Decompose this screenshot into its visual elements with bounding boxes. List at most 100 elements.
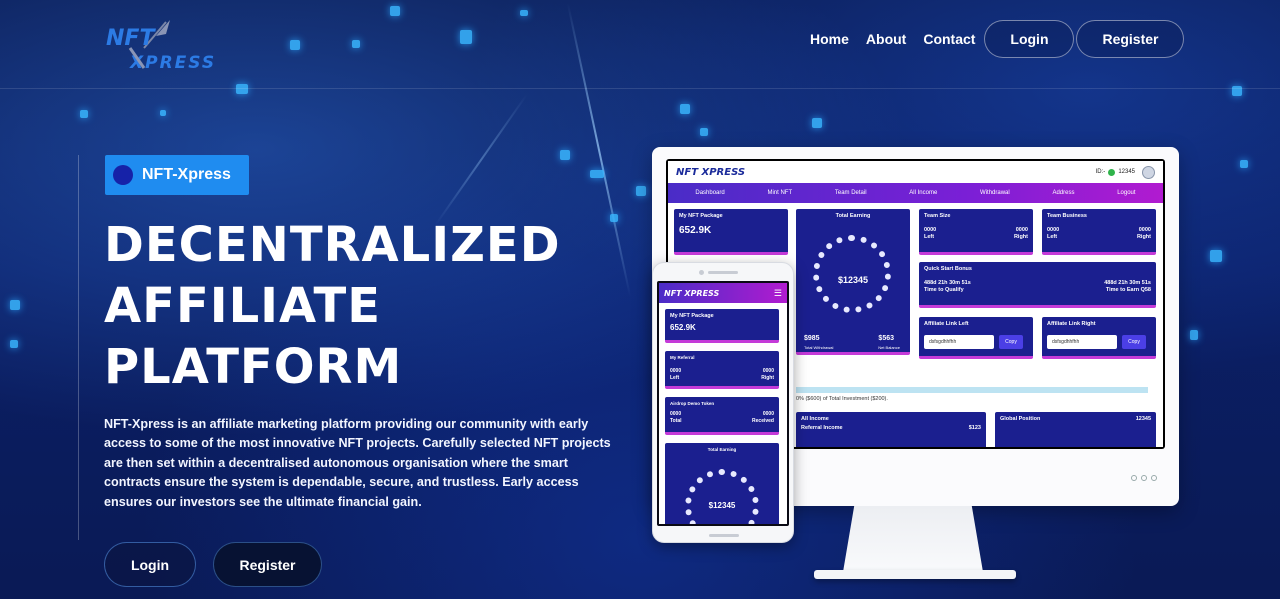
carousel-dot[interactable] [1151, 475, 1157, 481]
header-divider [0, 88, 1280, 89]
menu-item-team-detail: Team Detail [834, 190, 867, 196]
carousel-dot[interactable] [1131, 475, 1137, 481]
earning-ring [685, 469, 759, 524]
global-position-card: Global Position 12345 [995, 412, 1156, 447]
hero-title: DECENTRALIZED AFFILIATE PLATFORM [104, 215, 624, 398]
hero-register-button[interactable]: Register [213, 542, 322, 587]
menu-item-dashboard: Dashboard [695, 190, 725, 196]
card-title: Affiliate Link Left [924, 321, 969, 327]
carousel-dot[interactable] [1141, 475, 1147, 481]
left-label: Time to Qualify [924, 287, 964, 293]
hero-title-line: PLATFORM [104, 339, 403, 395]
carousel-dots[interactable] [1131, 475, 1157, 481]
nav-about-link[interactable]: About [866, 21, 906, 57]
nav-contact-link[interactable]: Contact [923, 21, 975, 57]
total-earning-card: Total Earning $12345 $985 Total Withdraw… [796, 209, 910, 355]
brand-logo[interactable]: NFT XPRESS [104, 18, 230, 73]
header-login-button[interactable]: Login [984, 20, 1075, 58]
brand-badge: NFT-Xpress [105, 155, 249, 195]
phone-referral-card: My Referral 0000 0000 Left Right [665, 351, 779, 389]
speaker-icon [708, 271, 738, 274]
phone-screen: NFT XPRESS ☰ My NFT Package 652.9K My Re… [657, 281, 789, 526]
position-value: 12345 [1135, 416, 1151, 422]
nft-package-card: My NFT Package 652.9K [674, 209, 788, 255]
investment-progress-bar [796, 387, 1148, 393]
user-id: ID:- 12345 [1095, 165, 1155, 179]
card-title: All Income [801, 416, 829, 422]
menu-item-address: Address [1052, 190, 1075, 196]
avatar [1142, 165, 1155, 179]
card-title: Airdrop Demo Token [670, 401, 715, 406]
earning-ring [813, 235, 891, 313]
phone-airdrop-card: Airdrop Demo Token 0000 0000 Total Receive… [665, 397, 779, 435]
card-value: 652.9K [670, 323, 696, 332]
right-label: Right [761, 375, 774, 381]
home-indicator [709, 534, 739, 537]
earning-value: $12345 [708, 501, 736, 510]
right-label: Time to Earn Q58 [1105, 287, 1151, 293]
main-nav: Home About Contact Login Register [810, 20, 1185, 58]
left-value: 0000 [670, 368, 682, 374]
card-title: Team Business [1047, 213, 1087, 219]
logo-icon: NFT XPRESS [106, 20, 216, 73]
menu-item-all-income: All Income [909, 190, 938, 196]
phone-total-earning-card: Total Earning $12345 [665, 443, 779, 524]
progress-note: 0% ($600) of Total Investment ($200). [796, 396, 888, 402]
hero-description: NFT-Xpress is an affiliate marketing pla… [104, 417, 611, 509]
left-time: 488d 21h 30m 51s [924, 280, 971, 286]
left-label: Left [1047, 234, 1058, 240]
user-id-label: ID:- [1095, 169, 1106, 175]
hero-title-line: DECENTRALIZED [104, 217, 561, 273]
user-id-value: 12345 [1118, 169, 1135, 175]
card-title: My NFT Package [679, 213, 723, 219]
card-title: My NFT Package [670, 313, 714, 319]
header-register-button[interactable]: Register [1076, 20, 1185, 58]
left-label: Left [670, 375, 680, 381]
affiliate-link-field: dsfsgdhhfhh [924, 335, 994, 349]
income-value: $123 [968, 425, 981, 431]
right-value: 0000 [762, 411, 774, 417]
menu-item-mint-nft: Mint NFT [767, 190, 793, 196]
earning-value: $12345 [837, 275, 869, 285]
left-label: Left [924, 234, 935, 240]
affiliate-right-card: Affiliate Link Right dsfsgdhhfhh Copy [1042, 317, 1156, 359]
hero-title-line: AFFILIATE [104, 278, 381, 334]
balance-value: $563 [878, 335, 894, 342]
right-label: Right [1136, 234, 1151, 240]
team-size-card: Team Size 0000 0000 Left Right [919, 209, 1033, 255]
withdrawal-value: $985 [804, 335, 820, 342]
right-value: 0000 [1015, 227, 1028, 233]
card-title: Total Earning [835, 213, 871, 219]
nav-home-link[interactable]: Home [810, 21, 849, 57]
monitor-base [814, 570, 1016, 579]
card-title: My Referral [670, 355, 695, 360]
menu-item-withdrawal: Withdrawal [980, 190, 1010, 196]
left-value: 0000 [670, 411, 682, 417]
copy-button: Copy [999, 335, 1023, 349]
hamburger-menu-icon: ☰ [773, 287, 782, 298]
dashboard-logo: NFT XPRESS [676, 166, 746, 178]
badge-label: NFT-Xpress [142, 166, 231, 183]
copy-button: Copy [1122, 335, 1146, 349]
svg-text:XPRESS: XPRESS [129, 53, 216, 72]
hero-login-button[interactable]: Login [104, 542, 196, 587]
left-label: Total [670, 418, 682, 424]
balance-label: Net Balance [878, 345, 900, 350]
dashboard-menu: Dashboard Mint NFT Team Detail All Incom… [668, 183, 1163, 203]
right-label: Right [1013, 234, 1028, 240]
card-title: Total Earning [707, 447, 737, 452]
online-status-icon [1108, 168, 1116, 176]
right-value: 0000 [762, 368, 774, 374]
withdrawal-label: Total Withdrawal [804, 345, 834, 350]
monitor-stand [843, 506, 983, 572]
hero-divider [78, 155, 79, 540]
right-time: 488d 21h 30m 51s [1104, 280, 1151, 286]
all-income-card: All Income Referral Income $123 [796, 412, 986, 447]
menu-item-logout: Logout [1117, 190, 1136, 196]
camera-icon [699, 270, 704, 275]
income-sub-label: Referral Income [801, 425, 843, 431]
left-value: 0000 [1047, 227, 1060, 233]
card-title: Team Size [924, 213, 951, 219]
badge-dot-icon [113, 165, 133, 185]
right-label: Received [752, 418, 774, 424]
